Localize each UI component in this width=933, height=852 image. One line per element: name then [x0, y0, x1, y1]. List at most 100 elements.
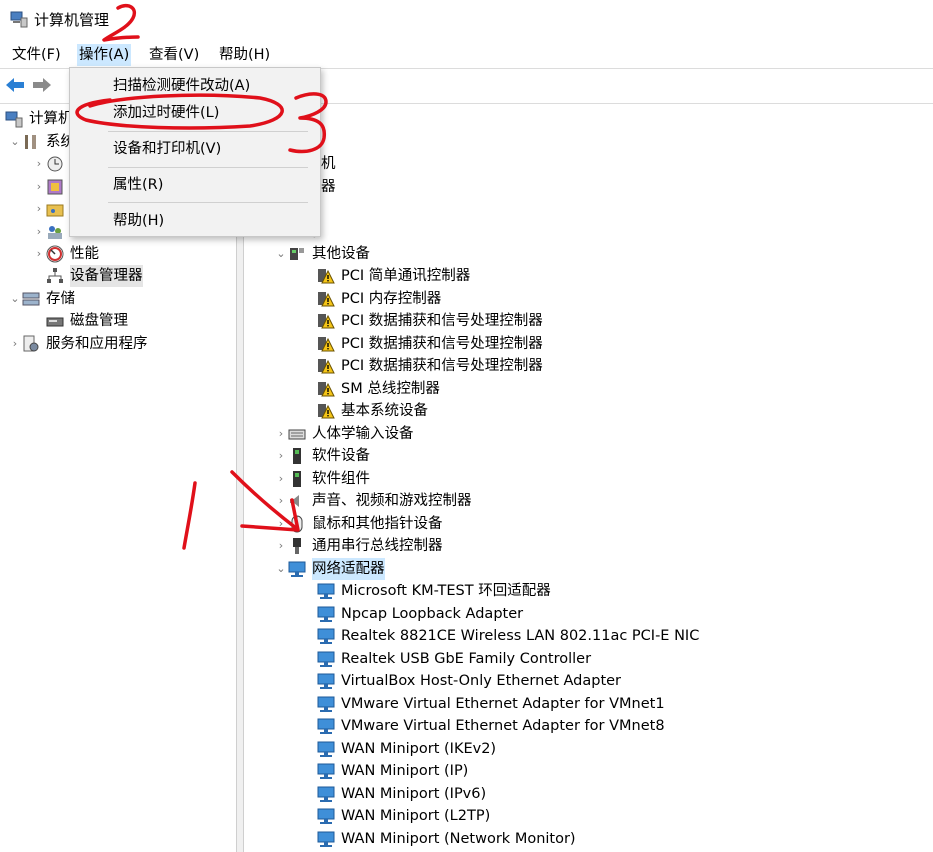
menu-view[interactable]: 查看(V): [147, 44, 201, 66]
device-item-label: VMware Virtual Ethernet Adapter for VMne…: [341, 718, 665, 734]
warning-device-icon: [318, 337, 335, 352]
device-category-hid[interactable]: › 人体学输入设备: [274, 423, 414, 445]
device-item[interactable]: WAN Miniport (IKEv2): [317, 738, 496, 760]
back-arrow-icon[interactable]: [5, 76, 25, 94]
tree-device-manager[interactable]: 设备管理器: [46, 265, 143, 287]
device-item-label: Microsoft KM-TEST 环回适配器: [341, 583, 551, 599]
menu-add-legacy-hardware[interactable]: 添加过时硬件(L): [70, 101, 320, 125]
chevron-right-icon[interactable]: ›: [274, 535, 288, 557]
chevron-right-icon[interactable]: ›: [274, 513, 288, 535]
shared-folder-icon: [46, 204, 64, 217]
chevron-right-icon[interactable]: ›: [32, 176, 46, 198]
network-adapter-icon: [317, 741, 335, 757]
tree-storage[interactable]: ⌄ 存储: [8, 288, 75, 310]
network-adapter-icon: [317, 606, 335, 622]
menu-scan-hardware[interactable]: 扫描检测硬件改动(A): [70, 74, 320, 98]
tree-storage-label: 存储: [46, 291, 75, 307]
device-category-label: 网络适配器: [312, 558, 385, 580]
chevron-right-icon[interactable]: ›: [274, 468, 288, 490]
storage-icon: [22, 292, 40, 306]
device-category-sound[interactable]: › 声音、视频和游戏控制器: [274, 490, 472, 512]
device-item[interactable]: WAN Miniport (L2TP): [317, 805, 490, 827]
warning-device-icon: [318, 269, 335, 284]
device-item-label: VMware Virtual Ethernet Adapter for VMne…: [341, 696, 665, 712]
tree-local-users[interactable]: ›: [32, 221, 70, 243]
device-item-label: PCI 简单通讯控制器: [341, 268, 471, 284]
tree-event-viewer[interactable]: ›: [32, 176, 70, 198]
speaker-icon: [290, 495, 299, 507]
tree-performance[interactable]: › 性能: [32, 243, 99, 265]
device-item[interactable]: PCI 简单通讯控制器: [317, 265, 470, 287]
device-item[interactable]: WAN Miniport (Network Monitor): [317, 828, 576, 850]
device-category-software-devices[interactable]: › 软件设备: [274, 445, 370, 467]
warning-device-icon: [318, 314, 335, 329]
tree-services[interactable]: › 服务和应用程序: [8, 333, 148, 355]
chevron-right-icon[interactable]: ›: [8, 333, 22, 355]
chevron-down-icon[interactable]: ⌄: [8, 288, 22, 310]
device-item-label: PCI 数据捕获和信号处理控制器: [341, 313, 543, 329]
device-item[interactable]: Realtek USB GbE Family Controller: [317, 648, 591, 670]
chevron-down-icon[interactable]: ⌄: [8, 131, 22, 153]
tree-disk-management[interactable]: 磁盘管理: [46, 310, 128, 332]
chevron-right-icon[interactable]: ›: [32, 221, 46, 243]
device-category-mice[interactable]: › 鼠标和其他指针设备: [274, 513, 443, 535]
device-item[interactable]: Npcap Loopback Adapter: [317, 603, 523, 625]
menu-file[interactable]: 文件(F): [10, 44, 63, 66]
chevron-down-icon[interactable]: ⌄: [274, 243, 288, 265]
tree-task-scheduler[interactable]: ›: [32, 153, 70, 175]
chevron-right-icon[interactable]: ›: [32, 198, 46, 220]
device-item[interactable]: Microsoft KM-TEST 环回适配器: [317, 580, 551, 602]
device-category-usb[interactable]: › 通用串行总线控制器: [274, 535, 443, 557]
device-category-label: 软件组件: [312, 471, 370, 487]
device-item[interactable]: PCI 数据捕获和信号处理控制器: [317, 355, 543, 377]
device-category-label: 人体学输入设备: [312, 426, 414, 442]
action-menu-dropdown: 扫描检测硬件改动(A) 添加过时硬件(L) 设备和打印机(V) 属性(R) 帮助…: [69, 67, 321, 237]
device-item[interactable]: VMware Virtual Ethernet Adapter for VMne…: [317, 693, 665, 715]
device-item[interactable]: PCI 数据捕获和信号处理控制器: [317, 333, 543, 355]
mouse-icon: [291, 515, 303, 533]
device-category-software-components[interactable]: › 软件组件: [274, 468, 370, 490]
device-category-label: 声音、视频和游戏控制器: [312, 493, 472, 509]
network-adapter-icon: [317, 786, 335, 802]
menu-help[interactable]: 帮助(H): [217, 44, 272, 66]
device-item[interactable]: WAN Miniport (IP): [317, 760, 468, 782]
chevron-right-icon[interactable]: ›: [274, 423, 288, 445]
network-adapter-icon: [317, 763, 335, 779]
services-icon: [23, 335, 39, 352]
menu-properties[interactable]: 属性(R): [70, 173, 320, 197]
menu-devices-and-printers[interactable]: 设备和打印机(V): [70, 137, 320, 161]
device-item[interactable]: VMware Virtual Ethernet Adapter for VMne…: [317, 715, 665, 737]
device-item[interactable]: VirtualBox Host-Only Ethernet Adapter: [317, 670, 621, 692]
device-item[interactable]: PCI 内存控制器: [317, 288, 441, 310]
chevron-right-icon[interactable]: ›: [274, 445, 288, 467]
event-viewer-icon: [47, 179, 63, 195]
network-adapter-icon: [317, 651, 335, 667]
tree-performance-label: 性能: [70, 246, 99, 262]
chevron-right-icon[interactable]: ›: [32, 153, 46, 175]
tree-shared-folders[interactable]: ›: [32, 198, 70, 220]
tree-disk-management-label: 磁盘管理: [70, 313, 128, 329]
network-adapter-icon: [288, 561, 306, 577]
warning-device-icon: [318, 292, 335, 307]
chevron-down-icon[interactable]: ⌄: [274, 558, 288, 580]
device-item[interactable]: SM 总线控制器: [317, 378, 440, 400]
menu-separator: [108, 167, 308, 168]
chevron-right-icon[interactable]: ›: [274, 490, 288, 512]
device-item-label: WAN Miniport (Network Monitor): [341, 831, 576, 847]
device-item-label: VirtualBox Host-Only Ethernet Adapter: [341, 673, 622, 689]
device-category-network[interactable]: ⌄ 网络适配器: [274, 558, 385, 580]
menu-help-item[interactable]: 帮助(H): [70, 209, 320, 233]
menu-action[interactable]: 操作(A): [77, 44, 132, 66]
device-item[interactable]: WAN Miniport (IPv6): [317, 783, 486, 805]
forward-arrow-icon[interactable]: [32, 76, 52, 94]
device-item[interactable]: 基本系统设备: [317, 400, 428, 422]
usb-icon: [293, 538, 301, 554]
device-item-label: PCI 数据捕获和信号处理控制器: [341, 336, 543, 352]
device-category-label: 通用串行总线控制器: [312, 538, 443, 554]
chevron-right-icon[interactable]: ›: [32, 243, 46, 265]
device-category-other[interactable]: ⌄ 其他设备: [274, 243, 370, 265]
menu-bar: 文件(F) 操作(A) 查看(V) 帮助(H): [0, 40, 933, 67]
device-item[interactable]: Realtek 8821CE Wireless LAN 802.11ac PCI…: [317, 625, 699, 647]
device-item[interactable]: PCI 数据捕获和信号处理控制器: [317, 310, 543, 332]
device-item-label: WAN Miniport (IKEv2): [341, 741, 497, 757]
